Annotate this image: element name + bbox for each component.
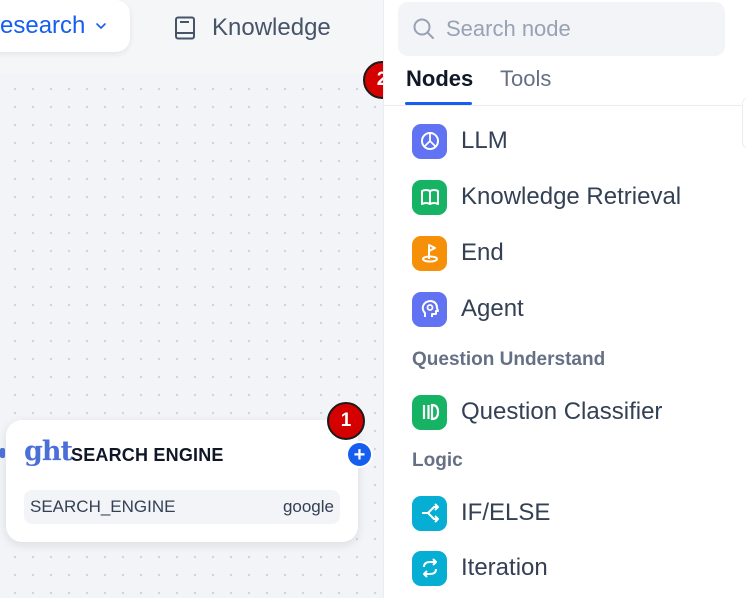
node-item-label: IF/ELSE xyxy=(461,499,551,526)
chevron-down-icon xyxy=(96,23,107,29)
top-bar: esearch Knowledge xyxy=(0,0,385,74)
app-selector[interactable]: esearch xyxy=(0,0,130,52)
node-item-if-else[interactable]: IF/ELSE xyxy=(412,495,550,531)
active-tab-indicator xyxy=(405,102,472,105)
knowledge-label: Knowledge xyxy=(212,14,331,41)
book-icon xyxy=(412,179,447,215)
node-item-label: Agent xyxy=(461,295,524,322)
node-item-label: LLM xyxy=(461,127,508,154)
iteration-icon xyxy=(412,550,447,586)
panel-tabs: Nodes Tools xyxy=(384,60,746,106)
node-item-end[interactable]: End xyxy=(412,235,504,271)
annotation-marker-1: 1 xyxy=(327,402,365,440)
node-title: SEARCH ENGINE xyxy=(71,445,224,465)
section-question-understand: Question Understand xyxy=(412,349,606,370)
search-icon xyxy=(413,18,434,39)
node-item-label: Knowledge Retrieval xyxy=(461,183,682,210)
node-logo: ght xyxy=(24,436,73,467)
search-input[interactable] xyxy=(446,16,706,42)
node-item-knowledge-retrieval[interactable]: Knowledge Retrieval xyxy=(412,179,681,215)
node-item-agent[interactable]: Agent xyxy=(412,291,524,327)
node-item-iteration[interactable]: Iteration xyxy=(412,550,548,586)
variable-key: SEARCH_ENGINE xyxy=(30,497,176,516)
knowledge-tab[interactable]: Knowledge xyxy=(172,8,331,48)
node-item-llm[interactable]: LLM xyxy=(412,123,508,159)
agent-icon xyxy=(412,291,447,327)
side-panel-edge xyxy=(742,98,746,148)
branch-icon xyxy=(412,495,447,531)
app-name: esearch xyxy=(0,12,86,39)
node-picker-panel: Nodes Tools LLM Knowledge Retrieval xyxy=(383,0,746,598)
node-item-question-classifier[interactable]: Question Classifier xyxy=(412,394,662,430)
variable-value: google xyxy=(282,497,334,516)
node-item-label: End xyxy=(461,239,504,266)
section-logic: Logic xyxy=(412,450,463,471)
tab-nodes[interactable]: Nodes xyxy=(406,66,473,92)
search-engine-node[interactable]: ght SEARCH ENGINE SEARCH_ENGINE google xyxy=(6,420,358,542)
llm-icon xyxy=(412,123,447,159)
end-icon xyxy=(412,235,447,271)
book-outline-icon xyxy=(175,16,195,40)
tab-tools[interactable]: Tools xyxy=(500,66,551,92)
node-connector-handle[interactable] xyxy=(0,448,5,458)
node-item-label: Iteration xyxy=(461,554,548,581)
classifier-icon xyxy=(412,394,447,430)
node-variable-row: SEARCH_ENGINE google xyxy=(24,490,340,524)
add-next-node-button[interactable]: + xyxy=(348,443,371,466)
node-item-label: Question Classifier xyxy=(461,398,663,425)
search-box[interactable] xyxy=(398,2,725,56)
